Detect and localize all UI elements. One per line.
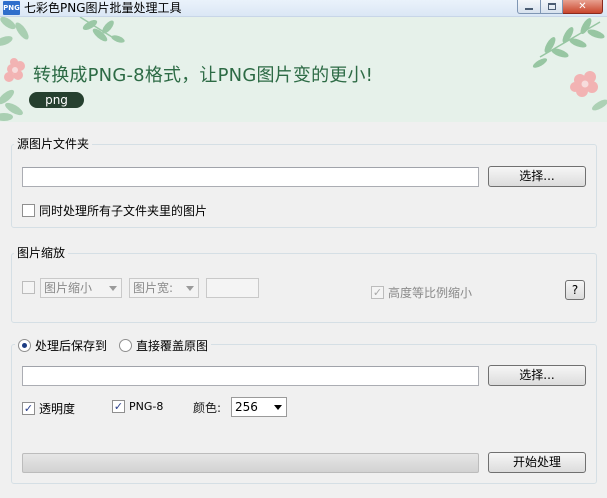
close-icon: ✕ xyxy=(578,0,587,12)
title-bar[interactable]: PNG 七彩色PNG图片批量处理工具 ✕ xyxy=(0,0,607,17)
keep-ratio-option[interactable]: ✓ 高度等比例缩小 xyxy=(371,284,472,301)
transparency-checkbox[interactable]: ✓ xyxy=(22,402,35,415)
keep-ratio-checkbox[interactable]: ✓ xyxy=(371,286,384,299)
keep-ratio-label: 高度等比例缩小 xyxy=(388,286,473,300)
maximize-icon xyxy=(547,3,556,10)
output-group: 处理后保存到 直接覆盖原图 选择... ✓ 透明度 ✓ PNG-8 颜色: 25… xyxy=(11,337,597,484)
check-icon: ✓ xyxy=(23,402,34,415)
image-scale-legend: 图片缩放 xyxy=(14,245,69,261)
chevron-down-icon xyxy=(109,286,117,291)
output-browse-button[interactable]: 选择... xyxy=(488,365,586,386)
minimize-icon xyxy=(525,7,533,10)
check-icon: ✓ xyxy=(372,286,383,299)
png-badge: png xyxy=(29,92,84,108)
colors-select[interactable]: 256 xyxy=(231,397,287,417)
start-button[interactable]: 开始处理 xyxy=(488,452,586,473)
save-to-radio[interactable] xyxy=(18,339,31,352)
source-folder-input[interactable] xyxy=(22,167,479,187)
maximize-button[interactable] xyxy=(541,0,563,14)
header-banner: 转换成PNG-8格式，让PNG图片变的更小! png xyxy=(0,17,607,122)
png8-checkbox[interactable]: ✓ xyxy=(112,400,125,413)
png8-label: PNG-8 xyxy=(129,400,164,413)
output-folder-input[interactable] xyxy=(22,366,479,386)
subfolders-checkbox[interactable] xyxy=(22,204,35,217)
scale-enable-checkbox[interactable] xyxy=(22,281,35,294)
colors-label: 颜色: xyxy=(193,401,222,415)
window-controls: ✕ xyxy=(517,0,603,14)
chevron-down-icon xyxy=(186,286,194,291)
save-to-label[interactable]: 处理后保存到 xyxy=(35,337,107,354)
output-mode-radios: 处理后保存到 直接覆盖原图 xyxy=(15,337,212,354)
scale-dimension-select[interactable]: 图片宽: xyxy=(129,278,199,298)
progress-bar xyxy=(22,453,479,473)
png8-option[interactable]: ✓ PNG-8 xyxy=(112,400,163,413)
window-title: 七彩色PNG图片批量处理工具 xyxy=(24,1,182,15)
source-folder-legend: 源图片文件夹 xyxy=(14,136,93,152)
transparency-label: 透明度 xyxy=(39,402,76,416)
minimize-button[interactable] xyxy=(517,0,541,14)
overwrite-label[interactable]: 直接覆盖原图 xyxy=(136,337,208,354)
subfolders-label: 同时处理所有子文件夹里的图片 xyxy=(39,204,208,218)
radio-selected-icon xyxy=(22,343,27,348)
source-folder-group: 源图片文件夹 选择... 同时处理所有子文件夹里的图片 xyxy=(11,136,597,228)
transparency-option[interactable]: ✓ 透明度 xyxy=(22,400,75,417)
scale-size-input[interactable] xyxy=(206,278,259,298)
colors-value: 256 xyxy=(235,400,258,414)
app-icon: PNG xyxy=(3,1,20,15)
banner-slogan: 转换成PNG-8格式，让PNG图片变的更小! xyxy=(33,65,374,86)
check-icon: ✓ xyxy=(113,400,124,413)
image-scale-group: 图片缩放 图片缩小 图片宽: ✓ 高度等比例缩小 ? xyxy=(11,245,597,323)
subfolders-option[interactable]: 同时处理所有子文件夹里的图片 xyxy=(22,202,207,219)
app-window: PNG 七彩色PNG图片批量处理工具 ✕ 转换成PNG-8格式，让PNG图片变的… xyxy=(0,0,607,498)
chevron-down-icon xyxy=(274,405,282,410)
close-button[interactable]: ✕ xyxy=(563,0,603,14)
scale-dimension-value: 图片宽: xyxy=(133,281,174,295)
scale-mode-value: 图片缩小 xyxy=(44,281,93,295)
scale-mode-select[interactable]: 图片缩小 xyxy=(40,278,122,298)
scale-help-button[interactable]: ? xyxy=(565,280,585,300)
source-browse-button[interactable]: 选择... xyxy=(488,166,586,187)
overwrite-radio[interactable] xyxy=(119,339,133,352)
